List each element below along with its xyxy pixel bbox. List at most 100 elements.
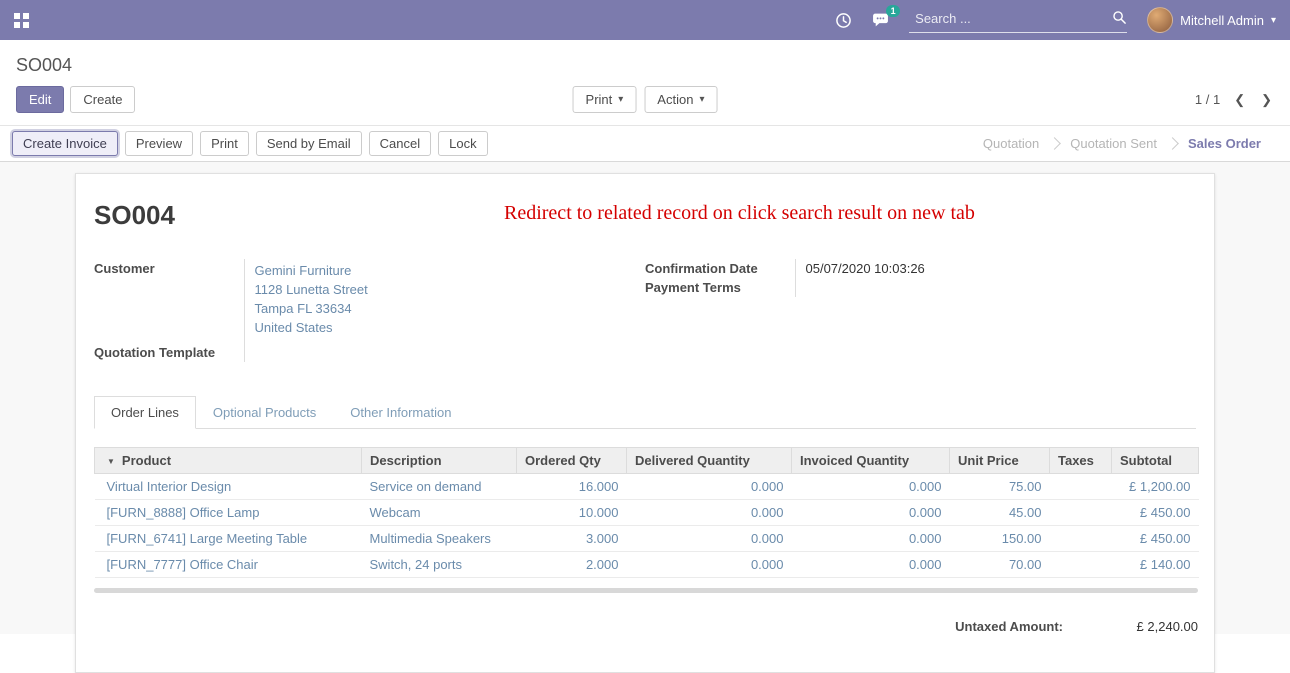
preview-button[interactable]: Preview — [125, 131, 193, 156]
cell-description[interactable]: Webcam — [362, 500, 517, 526]
edit-button[interactable]: Edit — [16, 86, 64, 113]
cell-delivered-qty[interactable]: 0.000 — [627, 552, 792, 578]
quotation-template-label: Quotation Template — [94, 339, 244, 362]
header-taxes[interactable]: Taxes — [1050, 448, 1112, 474]
tab-order-lines[interactable]: Order Lines — [94, 396, 196, 429]
totals-section: Untaxed Amount: £ 2,240.00 — [94, 619, 1198, 634]
search-input[interactable] — [909, 7, 1112, 30]
notebook: Order Lines Optional Products Other Info… — [94, 396, 1196, 634]
messages-badge: 1 — [886, 5, 900, 17]
cell-taxes[interactable] — [1050, 526, 1112, 552]
action-dropdown-button[interactable]: Action ▾ — [644, 86, 717, 113]
cell-product[interactable]: [FURN_6741] Large Meeting Table — [95, 526, 362, 552]
table-row[interactable]: [FURN_7777] Office Chair Switch, 24 port… — [95, 552, 1199, 578]
cell-invoiced-qty[interactable]: 0.000 — [792, 526, 950, 552]
cancel-button[interactable]: Cancel — [369, 131, 431, 156]
cell-invoiced-qty[interactable]: 0.000 — [792, 500, 950, 526]
cell-description[interactable]: Switch, 24 ports — [362, 552, 517, 578]
customer-street[interactable]: 1128 Lunetta Street — [255, 280, 646, 299]
header-description[interactable]: Description — [362, 448, 517, 474]
pager-previous-button[interactable]: ❮ — [1232, 92, 1247, 108]
lock-button[interactable]: Lock — [438, 131, 487, 156]
send-by-email-button[interactable]: Send by Email — [256, 131, 362, 156]
customer-link[interactable]: Gemini Furniture 1128 Lunetta Street Tam… — [244, 259, 645, 339]
sale-order-sheet: SO004 Redirect to related record on clic… — [75, 173, 1215, 673]
cell-delivered-qty[interactable]: 0.000 — [627, 500, 792, 526]
header-subtotal[interactable]: Subtotal — [1112, 448, 1199, 474]
cell-unit-price[interactable]: 150.00 — [950, 526, 1050, 552]
cell-product[interactable]: [FURN_7777] Office Chair — [95, 552, 362, 578]
cell-subtotal[interactable]: £ 450.00 — [1112, 500, 1199, 526]
state-sales-order[interactable]: Sales Order — [1175, 136, 1274, 151]
print-button[interactable]: Print — [200, 131, 249, 156]
breadcrumb: SO004 — [0, 40, 1290, 78]
order-lines-table: ▼ Product Description Ordered Qty Deliver… — [94, 447, 1199, 578]
activities-clock-icon[interactable] — [835, 12, 852, 29]
create-invoice-button[interactable]: Create Invoice — [12, 131, 118, 156]
table-row[interactable]: [FURN_6741] Large Meeting Table Multimed… — [95, 526, 1199, 552]
header-product-label: Product — [122, 453, 171, 468]
cell-unit-price[interactable]: 75.00 — [950, 474, 1050, 500]
cell-subtotal[interactable]: £ 1,200.00 — [1112, 474, 1199, 500]
cell-subtotal[interactable]: £ 450.00 — [1112, 526, 1199, 552]
tab-other-information[interactable]: Other Information — [333, 396, 468, 429]
cell-delivered-qty[interactable]: 0.000 — [627, 474, 792, 500]
user-menu[interactable]: Mitchell Admin ▾ — [1147, 7, 1276, 33]
cell-invoiced-qty[interactable]: 0.000 — [792, 552, 950, 578]
table-header-row: ▼ Product Description Ordered Qty Deliver… — [95, 448, 1199, 474]
pager-next-button[interactable]: ❯ — [1259, 92, 1274, 108]
header-ordered-qty[interactable]: Ordered Qty — [517, 448, 627, 474]
state-quotation-sent[interactable]: Quotation Sent — [1057, 136, 1170, 151]
confirmation-date-value: 05/07/2020 10:03:26 — [795, 259, 1196, 278]
untaxed-amount-label: Untaxed Amount: — [955, 619, 1063, 634]
cell-invoiced-qty[interactable]: 0.000 — [792, 474, 950, 500]
tab-optional-products[interactable]: Optional Products — [196, 396, 333, 429]
cell-ordered-qty[interactable]: 2.000 — [517, 552, 627, 578]
customer-label: Customer — [94, 259, 244, 339]
horizontal-scrollbar[interactable] — [94, 588, 1198, 593]
right-field-group: Confirmation Date 05/07/2020 10:03:26 Pa… — [645, 259, 1196, 362]
cell-unit-price[interactable]: 45.00 — [950, 500, 1050, 526]
search-icon[interactable] — [1112, 10, 1127, 28]
header-invoiced-quantity[interactable]: Invoiced Quantity — [792, 448, 950, 474]
quotation-template-value — [244, 339, 645, 362]
header-unit-price[interactable]: Unit Price — [950, 448, 1050, 474]
cell-ordered-qty[interactable]: 10.000 — [517, 500, 627, 526]
table-row[interactable]: Virtual Interior Design Service on deman… — [95, 474, 1199, 500]
customer-country[interactable]: United States — [255, 318, 646, 337]
cell-description[interactable]: Service on demand — [362, 474, 517, 500]
customer-name[interactable]: Gemini Furniture — [255, 261, 646, 280]
cell-delivered-qty[interactable]: 0.000 — [627, 526, 792, 552]
sort-caret-icon: ▼ — [107, 457, 115, 466]
form-view-content: SO004 Redirect to related record on clic… — [0, 162, 1290, 634]
cell-description[interactable]: Multimedia Speakers — [362, 526, 517, 552]
table-row[interactable]: [FURN_8888] Office Lamp Webcam 10.000 0.… — [95, 500, 1199, 526]
chevron-down-icon: ▾ — [618, 94, 623, 105]
chevron-down-icon: ▾ — [699, 94, 704, 105]
cell-product[interactable]: [FURN_8888] Office Lamp — [95, 500, 362, 526]
cell-ordered-qty[interactable]: 3.000 — [517, 526, 627, 552]
cell-unit-price[interactable]: 70.00 — [950, 552, 1050, 578]
print-dropdown-button[interactable]: Print ▾ — [573, 86, 637, 113]
header-product[interactable]: ▼ Product — [95, 448, 362, 474]
chevron-down-icon: ▾ — [1271, 15, 1276, 26]
apps-menu-icon[interactable] — [14, 13, 29, 28]
state-quotation[interactable]: Quotation — [970, 136, 1052, 151]
payment-terms-value — [795, 278, 1196, 297]
user-name: Mitchell Admin — [1180, 13, 1264, 28]
cell-taxes[interactable] — [1050, 500, 1112, 526]
confirmation-date-label: Confirmation Date — [645, 259, 795, 278]
cell-product[interactable]: Virtual Interior Design — [95, 474, 362, 500]
create-button[interactable]: Create — [70, 86, 135, 113]
action-label: Action — [657, 92, 693, 107]
untaxed-amount-value: £ 2,240.00 — [1063, 619, 1198, 634]
cell-taxes[interactable] — [1050, 552, 1112, 578]
customer-city[interactable]: Tampa FL 33634 — [255, 299, 646, 318]
header-delivered-quantity[interactable]: Delivered Quantity — [627, 448, 792, 474]
cell-taxes[interactable] — [1050, 474, 1112, 500]
cell-subtotal[interactable]: £ 140.00 — [1112, 552, 1199, 578]
annotation-text: Redirect to related record on click sear… — [504, 202, 975, 225]
cell-ordered-qty[interactable]: 16.000 — [517, 474, 627, 500]
messages-icon[interactable]: 1 — [872, 12, 889, 29]
top-navbar: 1 Mitchell Admin ▾ — [0, 0, 1290, 40]
